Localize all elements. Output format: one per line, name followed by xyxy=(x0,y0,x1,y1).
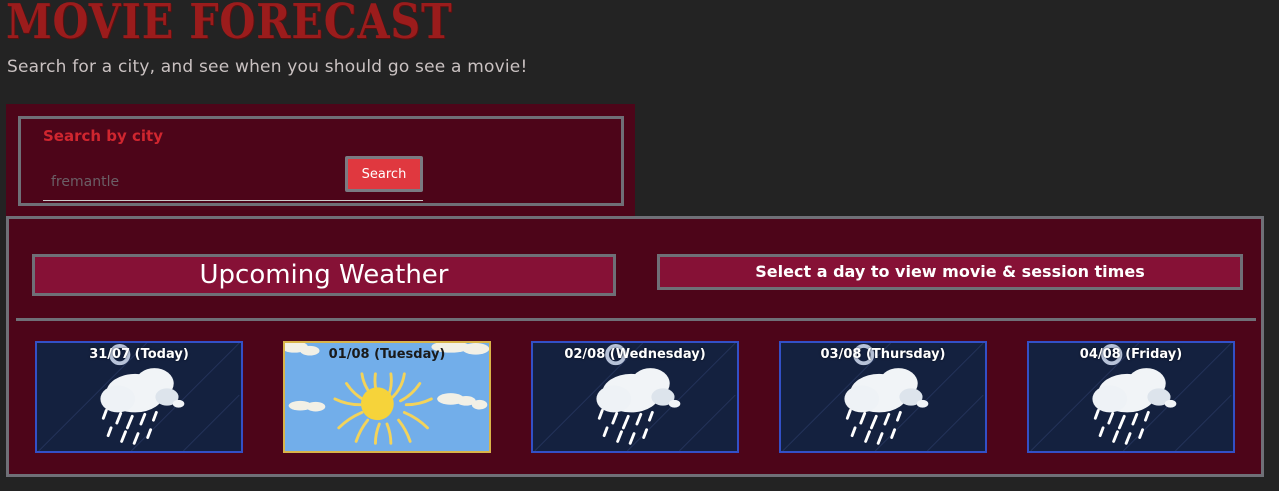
search-form: Search by city Search xyxy=(18,116,624,206)
app-subtitle: Search for a city, and see when you shou… xyxy=(7,57,528,77)
app-title: Movie Forecast xyxy=(6,0,453,50)
search-button[interactable]: Search xyxy=(345,156,423,192)
day-label: 01/08 (Tuesday) xyxy=(328,347,446,362)
session-hint: Select a day to view movie & session tim… xyxy=(657,254,1243,290)
day-card-3[interactable]: 03/08 (Thursday) xyxy=(779,341,987,453)
day-label: 31/07 (Today) xyxy=(89,347,189,362)
day-card-4[interactable]: 04/08 (Friday) xyxy=(1027,341,1235,453)
day-label: 03/08 (Thursday) xyxy=(820,347,946,362)
divider xyxy=(16,318,1256,321)
day-label: 02/08 (Wednesday) xyxy=(564,347,706,362)
weather-panel: Upcoming Weather Select a day to view mo… xyxy=(6,216,1264,477)
search-label: Search by city xyxy=(43,127,164,145)
search-panel: Search by city Search xyxy=(6,104,635,218)
day-label: 04/08 (Friday) xyxy=(1079,347,1183,362)
day-card-1[interactable]: 01/08 (Tuesday) xyxy=(283,341,491,453)
day-card-2[interactable]: 02/08 (Wednesday) xyxy=(531,341,739,453)
upcoming-weather-heading: Upcoming Weather xyxy=(32,254,616,296)
day-card-0[interactable]: 31/07 (Today) xyxy=(35,341,243,453)
